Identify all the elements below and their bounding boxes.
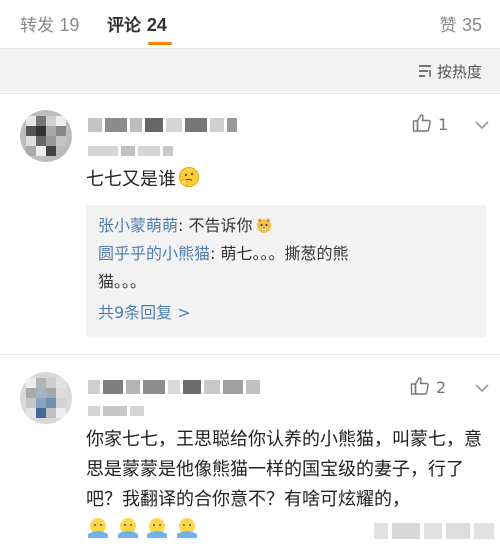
comment-text-content: 你家七七，王思聪给你认养的小熊猫，叫蒙七，意思是蒙蒙是他像熊猫一样的国宝级的妻子… — [86, 429, 482, 510]
reply-item: 圆乎乎的小熊猫: 萌七。。。撕葱的熊 猫。。。 — [98, 240, 478, 296]
username-redacted[interactable] — [88, 380, 260, 394]
reply-item: 张小蒙萌萌: 不告诉你 — [98, 212, 273, 240]
chevron-down-icon[interactable] — [474, 381, 490, 395]
username-redacted[interactable] — [88, 118, 237, 132]
tab-repost[interactable]: 转发 19 — [20, 11, 79, 36]
thinking-emoji-icon — [179, 167, 199, 187]
comment-text-content: 七七又是谁 — [86, 169, 176, 190]
sort-by-hot-button[interactable]: 按热度 — [417, 61, 482, 82]
thumbs-up-icon — [410, 377, 429, 395]
reply-text-line2: 猫。。。 — [98, 272, 147, 291]
tab-comment-label: 评论 — [107, 16, 141, 36]
comment-divider — [0, 354, 500, 355]
dog-emoji-icon — [256, 218, 271, 233]
timestamp-redacted — [88, 146, 173, 156]
tab-like-count: 35 — [461, 15, 482, 35]
like-button[interactable]: 2 — [410, 376, 446, 397]
chevron-down-icon[interactable] — [474, 118, 490, 132]
blue-crying-emoji-icon — [147, 518, 168, 538]
tab-like[interactable]: 赞 35 — [440, 11, 482, 36]
emoji-row — [86, 518, 199, 540]
active-tab-indicator — [148, 42, 172, 45]
thumbs-up-icon — [412, 114, 431, 132]
tab-comment[interactable]: 评论 24 — [107, 11, 167, 36]
comment-tabs: 转发 19 评论 24 赞 35 — [0, 0, 500, 48]
sort-icon — [418, 65, 431, 77]
blue-crying-emoji-icon — [117, 518, 138, 538]
reply-username[interactable]: 圆乎乎的小熊猫 — [98, 244, 210, 263]
watermark-redacted — [374, 518, 496, 544]
timestamp-redacted — [88, 406, 144, 416]
sort-label: 按热度 — [436, 63, 482, 81]
view-all-replies-link[interactable]: 共9条回复 > — [98, 299, 191, 323]
reply-preview-box[interactable]: 张小蒙萌萌: 不告诉你 圆乎乎的小熊猫: 萌七。。。撕葱的熊 猫。。。 共9条回… — [86, 205, 486, 337]
sort-bar: 按热度 — [0, 48, 500, 94]
like-count: 2 — [436, 378, 447, 397]
avatar[interactable] — [20, 372, 72, 424]
like-count: 1 — [438, 115, 449, 134]
like-button[interactable]: 1 — [412, 113, 448, 134]
tab-like-label: 赞 — [439, 16, 457, 36]
blue-crying-emoji-icon — [177, 518, 198, 538]
comment-text: 七七又是谁 — [86, 165, 200, 195]
reply-text: : 萌七。。。撕葱的熊 — [210, 244, 349, 263]
reply-username[interactable]: 张小蒙萌萌 — [98, 216, 178, 235]
tab-repost-label: 转发 — [20, 16, 54, 36]
avatar[interactable] — [20, 110, 72, 162]
blue-crying-emoji-icon — [88, 518, 108, 538]
tab-comment-count: 24 — [146, 15, 167, 35]
tab-repost-count: 19 — [59, 15, 80, 35]
reply-text: : 不告诉你 — [178, 216, 253, 235]
